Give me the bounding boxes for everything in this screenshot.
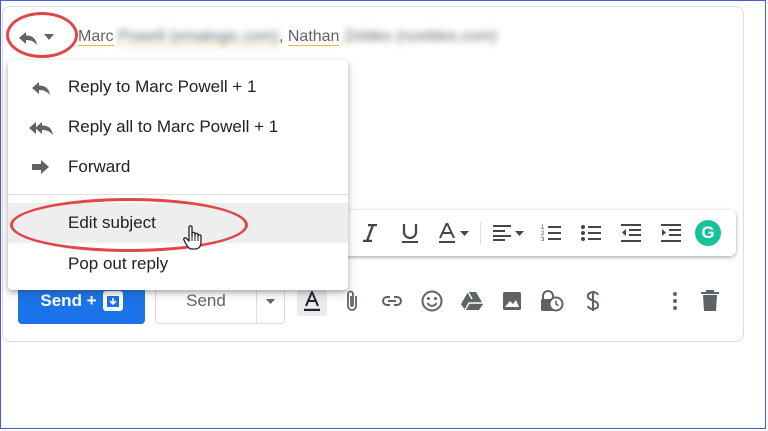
more-options-icon[interactable] [660,286,690,316]
confidential-mode-icon[interactable] [537,286,567,316]
formatting-icon[interactable] [297,286,327,316]
forward-icon [8,159,68,175]
recipients-line[interactable]: Marc Powell (emalogic.com), Nathan Zelde… [78,28,497,46]
send-schedule-label: Send + [40,291,97,310]
svg-text:3: 3 [541,237,545,242]
drive-icon[interactable] [457,286,487,316]
menu-item-pop-out-reply[interactable]: Pop out reply [8,244,348,284]
recipient-first-email: Powell (emalogic.com) [118,28,279,46]
money-icon[interactable] [578,286,608,316]
formatting-toolbar: 123 G [330,210,736,256]
chevron-down-icon [44,34,54,40]
menu-item-label: Edit subject [68,213,156,232]
reply-type-menu: Reply to Marc Powell + 1 Reply all to Ma… [8,60,348,290]
recipient-second-name: Nathan [287,28,340,46]
italic-icon[interactable] [350,210,390,256]
align-icon[interactable] [485,210,531,256]
menu-item-reply[interactable]: Reply to Marc Powell + 1 [8,67,348,107]
recipient-second-email: Zeldes (nzeldes.com) [343,28,497,45]
menu-divider [8,194,348,195]
reply-type-button[interactable] [14,22,68,52]
reply-icon [19,32,37,45]
indent-less-icon[interactable] [611,210,651,256]
numbered-list-icon[interactable]: 123 [531,210,571,256]
menu-item-label: Pop out reply [68,254,169,273]
toolbar-divider [480,222,481,244]
recipient-separator: , [278,28,284,45]
chevron-down-icon [514,230,524,236]
chevron-down-icon [266,298,275,304]
attach-icon[interactable] [337,286,367,316]
reply-icon [8,80,68,95]
link-icon[interactable] [377,286,407,316]
discard-draft-icon[interactable] [695,286,725,316]
menu-item-label: Reply all to Marc Powell + 1 [68,117,279,136]
chevron-down-icon [459,230,469,236]
menu-item-edit-subject[interactable]: Edit subject [8,203,348,243]
emoji-icon[interactable] [417,286,447,316]
grammarly-icon[interactable]: G [695,220,721,246]
underline-icon[interactable] [390,210,430,256]
recipient-first-name: Marc [78,28,114,46]
menu-item-reply-all[interactable]: Reply all to Marc Powell + 1 [8,107,348,147]
menu-item-forward[interactable]: Forward [8,147,348,187]
indent-more-icon[interactable] [651,210,691,256]
menu-item-label: Forward [68,157,131,176]
text-color-icon[interactable] [430,210,476,256]
photo-icon[interactable] [497,286,527,316]
bulleted-list-icon[interactable] [571,210,611,256]
hand-cursor-icon [183,225,202,250]
menu-item-label: Reply to Marc Powell + 1 [68,77,257,96]
reply-all-icon [8,120,68,135]
schedule-send-icon [102,291,123,311]
